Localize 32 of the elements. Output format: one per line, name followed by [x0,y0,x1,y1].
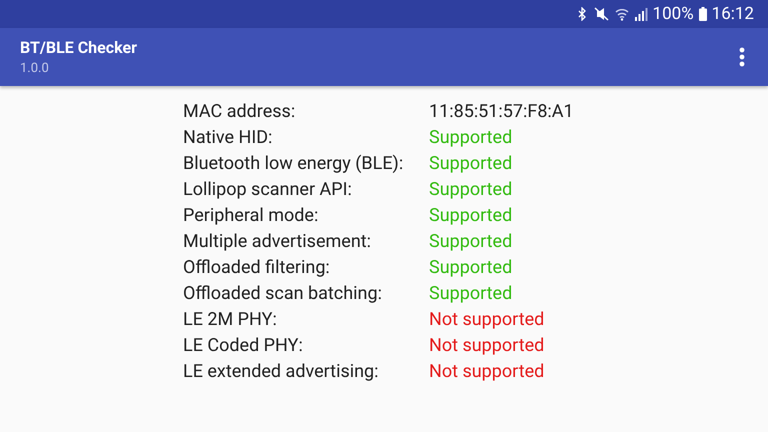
app-title: BT/BLE Checker [20,38,137,57]
property-value: Supported [429,126,514,149]
property-label: LE extended advertising: [183,360,380,383]
wifi-icon [614,7,629,21]
property-value: Supported [429,256,514,279]
bluetooth-icon [578,7,587,21]
property-label: Offloaded filtering: [183,256,331,279]
property-label: Peripheral mode: [183,204,320,227]
mute-icon [592,7,610,21]
clock: 16:12 [712,4,754,24]
property-value: Not supported [429,360,546,383]
property-value: Supported [429,282,514,305]
property-value: 11:85:51:57:F8:A1 [429,100,575,123]
signal-icon [634,7,648,21]
property-label: LE Coded PHY: [183,334,304,357]
property-label: Native HID: [183,126,274,149]
property-label: Multiple advertisement: [183,230,372,253]
property-label: LE 2M PHY: [183,308,278,331]
property-label: Bluetooth low energy (BLE): [183,152,404,175]
property-label: MAC address: [183,100,296,123]
property-label: Lollipop scanner API: [183,178,353,201]
battery-icon [698,7,707,21]
property-value: Supported [429,178,514,201]
property-value: Supported [429,204,514,227]
property-value: Supported [429,152,514,175]
battery-percent: 100% [652,4,694,24]
overflow-menu-icon[interactable] [739,47,745,67]
app-version: 1.0.0 [20,61,50,76]
property-label: Offloaded scan batching: [183,282,383,305]
property-value: Supported [429,230,514,253]
property-value: Not supported [429,334,546,357]
property-value: Not supported [429,308,546,331]
